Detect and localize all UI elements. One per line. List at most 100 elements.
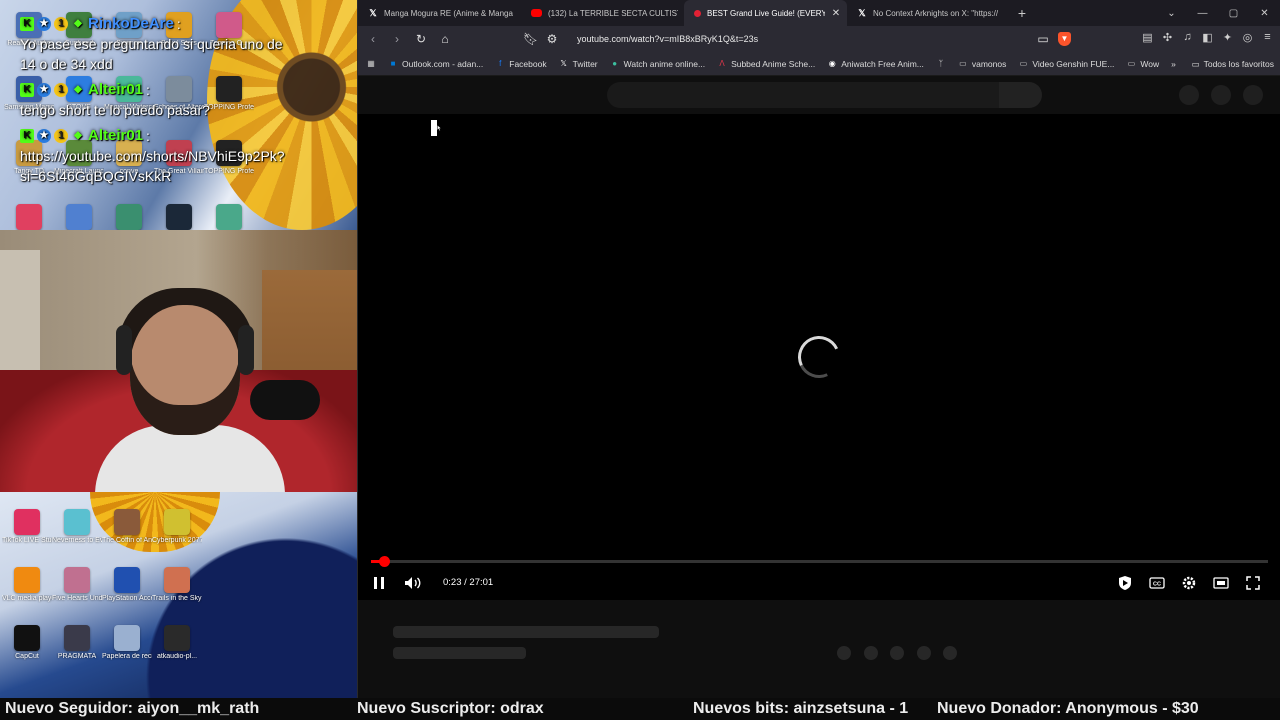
bookmark-item[interactable]: ◉ Aniwatch Free Anim...: [827, 59, 924, 69]
headphone-icon: [238, 325, 254, 375]
pause-icon[interactable]: [368, 568, 390, 598]
bookmark-item[interactable]: f Facebook: [495, 59, 546, 69]
progress-bar[interactable]: [371, 556, 1268, 567]
tab-manga-mogura[interactable]: 𝕏 Manga Mogura RE (Anime & Manga: [358, 0, 521, 26]
desktop-shortcut[interactable]: PlayStation Accessories: [102, 563, 152, 619]
bookmark-item[interactable]: ▭ vamonos: [958, 58, 1007, 69]
app-icon: [14, 509, 40, 535]
bookmark-item[interactable]: ▭ Video Genshin FUE...: [1018, 58, 1115, 69]
video-player[interactable]: 0:23 / 27:01 CC: [358, 114, 1280, 600]
tab-no-context-arknights[interactable]: 𝕏 No Context Arknights on X: "https://: [847, 0, 1010, 26]
desktop-shortcut[interactable]: Cyberpunk 2077: [152, 505, 202, 561]
close-window-button[interactable]: ✕: [1249, 8, 1280, 19]
all-bookmarks-button[interactable]: ▭ Todos los favoritos: [1192, 52, 1274, 76]
cast-icon[interactable]: ▭: [1036, 32, 1050, 46]
bookmark-item[interactable]: ▭ Wow: [1126, 58, 1160, 69]
gift-badge-icon: 1: [54, 83, 68, 97]
address-bar[interactable]: 🔖︎ ⚙︎ youtube.com/watch?v=mIB8xBRyK1Q&t=…: [523, 30, 1071, 48]
forward-arrow-icon[interactable]: ›: [390, 32, 404, 46]
leo-ai-icon[interactable]: ✦: [1221, 31, 1234, 44]
autoplay-icon[interactable]: [1114, 568, 1136, 598]
video-details-loading: [358, 600, 1280, 698]
bookmark-icon[interactable]: 🔖︎: [523, 32, 538, 46]
avatar[interactable]: [1243, 85, 1263, 105]
volume-icon[interactable]: [402, 568, 424, 598]
search-button[interactable]: [999, 82, 1042, 108]
tab-search-chevron-icon[interactable]: ⌄: [1156, 8, 1187, 19]
desktop-icons-bottom: TikTok LIVE StudioNeverness to EvernessT…: [2, 505, 262, 677]
extensions-puzzle-icon[interactable]: ✣: [1161, 31, 1174, 44]
desktop-shortcut[interactable]: TikTok LIVE Studio: [2, 505, 52, 561]
desktop-shortcut[interactable]: Five Hearts Under O...: [52, 563, 102, 619]
bookmark-label: Wow: [1140, 58, 1160, 69]
bookmark-item[interactable]: ᛉ: [936, 59, 946, 69]
chat-message: K ★ 1 ◆ RinkoDeAre: Yo pase ese preguntando s…: [20, 14, 290, 74]
desktop-shortcut[interactable]: CapCut: [2, 621, 52, 677]
site-info-icon[interactable]: ⚙︎: [545, 32, 559, 46]
app-icon: [114, 509, 140, 535]
shortcut-label: PlayStation Accessories: [102, 595, 152, 602]
fullscreen-icon[interactable]: [1242, 568, 1264, 598]
bookmarks-bar: ▦ ■ Outlook.com - adan... f Facebook 𝕏 Twitte…: [358, 52, 1280, 76]
bookmarks-overflow-button[interactable]: »: [1171, 59, 1176, 69]
apps-grid-icon[interactable]: ▦: [366, 59, 376, 69]
desktop-shortcut[interactable]: atkaudio-pl...: [152, 621, 202, 677]
stream-overlay: Realtek Audio Cuphead Bigimon Brawl Stars To…: [0, 0, 357, 698]
desktop-shortcut[interactable]: Papelera de reciclaje: [102, 621, 152, 677]
minimize-button[interactable]: —: [1187, 8, 1218, 19]
reload-icon[interactable]: ↻: [414, 32, 428, 46]
desktop-shortcut[interactable]: The Coffin of Andy and L...: [102, 505, 152, 561]
svg-text:CC: CC: [1153, 582, 1161, 588]
shortcut-label: Trails in the Sky 1st C...: [152, 595, 202, 602]
app-icon: [114, 567, 140, 593]
sidebar-icon[interactable]: ◧: [1201, 31, 1214, 44]
desktop-shortcut[interactable]: Trails in the Sky 1st C...: [152, 563, 202, 619]
brave-shield-icon[interactable]: ▼: [1058, 32, 1071, 46]
bookmark-label: Facebook: [509, 58, 547, 69]
progress-scrubber[interactable]: [378, 556, 390, 567]
music-icon[interactable]: ♫: [1181, 31, 1194, 44]
url-text[interactable]: youtube.com/watch?v=mIB8xBRyK1Q&t=23s: [577, 34, 758, 44]
captions-icon[interactable]: CC: [1146, 568, 1168, 598]
theater-mode-icon[interactable]: [1210, 568, 1232, 598]
chat-text: tengo short te lo puedo pasar?: [20, 102, 210, 118]
new-tab-button[interactable]: +: [1010, 5, 1034, 21]
x-logo-icon: 𝕏: [369, 8, 377, 18]
x-icon: 𝕏: [560, 58, 567, 68]
tab-strip: 𝕏 Manga Mogura RE (Anime & Manga (132) L…: [358, 0, 1280, 26]
bookmark-label: vamonos: [971, 58, 1007, 69]
headphone-icon: [116, 325, 132, 375]
create-icon[interactable]: [1179, 85, 1199, 105]
tab-title: Manga Mogura RE (Anime & Manga: [384, 8, 513, 18]
settings-gear-icon[interactable]: [1178, 568, 1200, 598]
desktop-shortcut[interactable]: VLC media player: [2, 563, 52, 619]
desktop-shortcut[interactable]: PRAGMATA: [52, 621, 102, 677]
back-arrow-icon[interactable]: ‹: [366, 32, 380, 46]
home-icon[interactable]: ⌂: [438, 32, 452, 46]
tab-best-grand-live-guide[interactable]: BEST Grand Live Guide! (EVERYTH ✕: [684, 0, 847, 26]
bookmark-label: Watch anime online...: [623, 58, 706, 69]
app-icon: [164, 625, 190, 651]
tab-title: BEST Grand Live Guide! (EVERYTH: [707, 8, 825, 18]
search-input[interactable]: [607, 82, 999, 108]
desktop-shortcut[interactable]: Neverness to Everness: [52, 505, 102, 561]
folder-icon: ▭: [1019, 58, 1028, 68]
bookmark-item[interactable]: ● Watch anime online...: [610, 59, 705, 69]
ticker-new-subscriber: Nuevo Suscriptor: odrax: [357, 700, 544, 717]
anime-icon: ●: [612, 58, 618, 68]
bookmark-item[interactable]: ■ Outlook.com - adan...: [388, 59, 484, 69]
bookmark-item[interactable]: Λ Subbed Anime Sche...: [717, 59, 815, 69]
menu-icon[interactable]: ≡: [1261, 31, 1274, 44]
wallet-icon[interactable]: ▤: [1141, 31, 1154, 44]
player-controls: 0:23 / 27:01 CC: [358, 568, 1280, 598]
close-tab-icon[interactable]: ✕: [831, 8, 841, 19]
kick-badge-icon: K: [20, 17, 34, 31]
maximize-button[interactable]: ▢: [1218, 8, 1249, 19]
notifications-icon[interactable]: [1211, 85, 1231, 105]
chat-overlay: K ★ 1 ◆ RinkoDeAre: Yo pase ese preguntando s…: [20, 14, 290, 192]
chat-message: K ★ 1 ◆ Alteir01: https://youtube.com/shorts/…: [20, 126, 290, 186]
bookmark-item[interactable]: 𝕏 Twitter: [559, 58, 597, 69]
tab-youtube-secta[interactable]: (132) La TERRIBLE SECTA CULTISTA d: [521, 0, 684, 26]
gift-badge-icon: 1: [54, 129, 68, 143]
vpn-icon[interactable]: ◎: [1241, 31, 1254, 44]
